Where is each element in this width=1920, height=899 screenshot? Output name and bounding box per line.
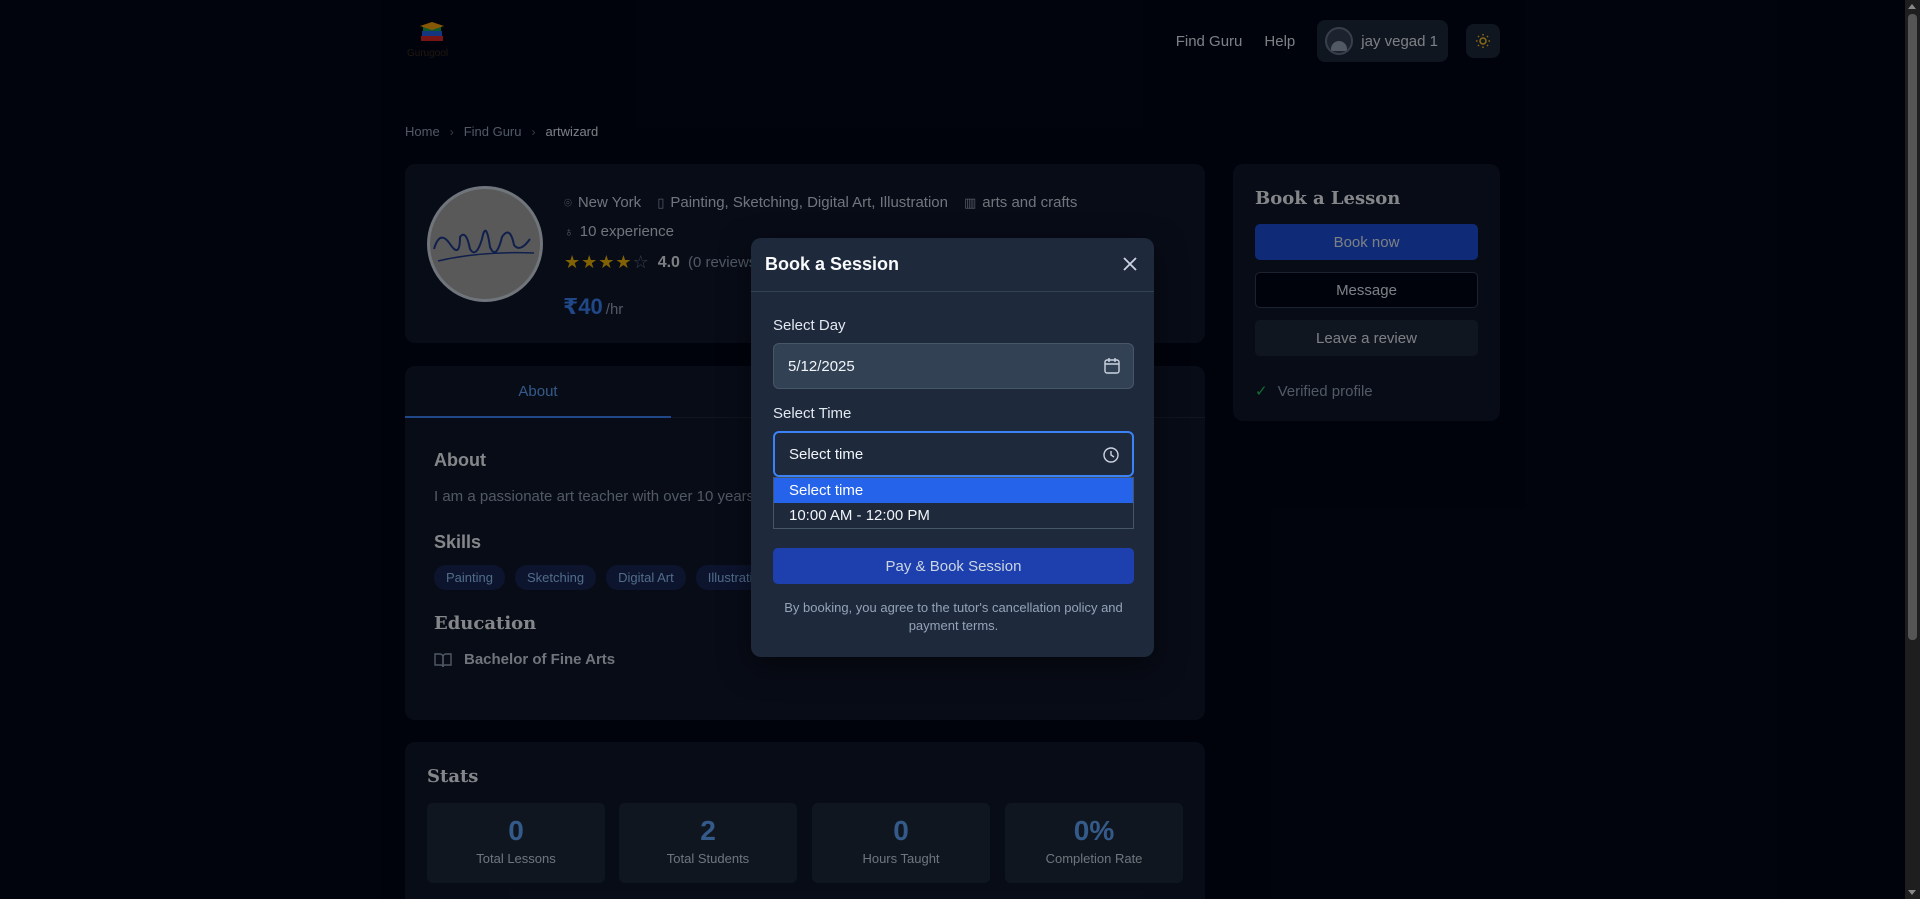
scroll-down-icon[interactable] bbox=[1908, 890, 1916, 895]
page: Gurugool Find Guru Help jay vegad 1 Home… bbox=[0, 0, 1905, 899]
time-options-list: Select time 10:00 AM - 12:00 PM bbox=[773, 477, 1134, 529]
time-option[interactable]: Select time bbox=[774, 478, 1133, 503]
close-icon[interactable] bbox=[1120, 254, 1140, 274]
pay-book-session-button[interactable]: Pay & Book Session bbox=[773, 548, 1134, 584]
modal-header: Book a Session bbox=[751, 238, 1154, 292]
clock-icon bbox=[1103, 447, 1119, 463]
select-day-value: 5/12/2025 bbox=[788, 357, 855, 375]
select-time-label: Select Time bbox=[773, 405, 852, 422]
scroll-up-icon[interactable] bbox=[1908, 4, 1916, 9]
time-option[interactable]: 10:00 AM - 12:00 PM bbox=[774, 503, 1133, 528]
book-session-modal: Book a Session Select Day 5/12/2025 Sele… bbox=[751, 238, 1154, 657]
page-scrollbar[interactable] bbox=[1905, 0, 1920, 899]
select-time-dropdown[interactable]: Select time bbox=[773, 431, 1134, 477]
select-day-input[interactable]: 5/12/2025 bbox=[773, 343, 1134, 389]
calendar-icon[interactable] bbox=[1103, 357, 1121, 375]
booking-policy-text: By booking, you agree to the tutor's can… bbox=[784, 600, 1123, 633]
modal-title: Book a Session bbox=[765, 254, 900, 274]
select-time-value: Select time bbox=[789, 445, 864, 463]
scrollbar-thumb[interactable] bbox=[1908, 14, 1917, 640]
select-day-label: Select Day bbox=[773, 317, 846, 334]
